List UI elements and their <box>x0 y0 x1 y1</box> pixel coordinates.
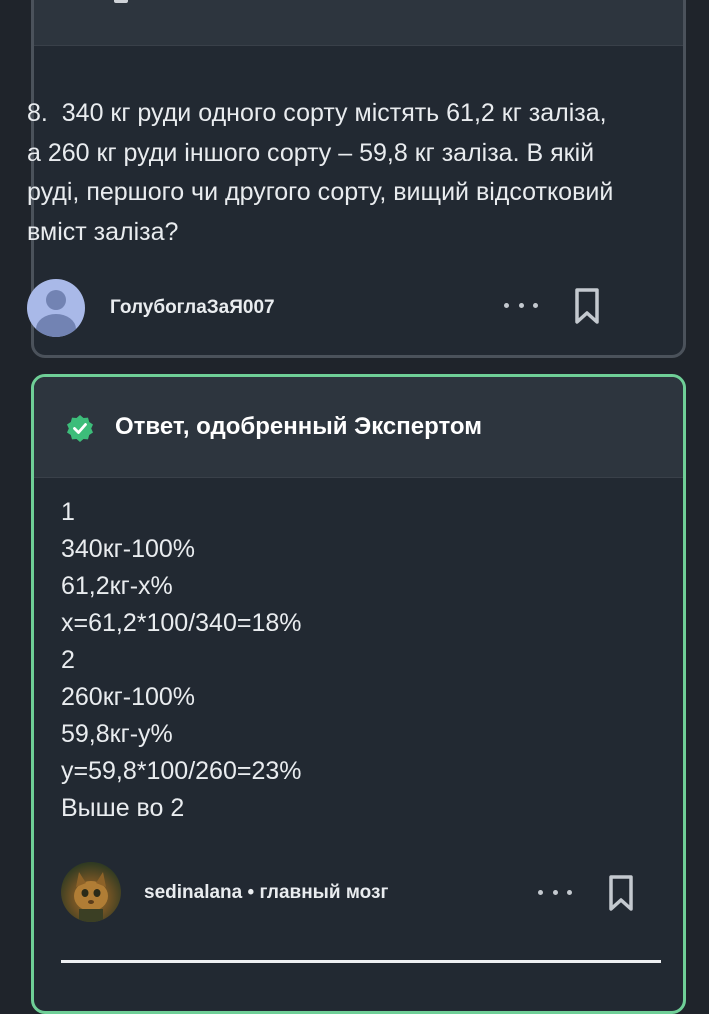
default-avatar-icon[interactable] <box>27 279 85 337</box>
answer-line: 61,2кг-х% <box>61 572 173 600</box>
answer-author-row: sedinalana • главный мозг <box>61 862 661 926</box>
answer-author-rank: главный мозг <box>259 882 389 903</box>
more-dots-icon[interactable] <box>538 880 572 904</box>
cat-avatar-icon <box>74 872 108 922</box>
question-author-row: ГолубоглаЗаЯ007 <box>27 279 627 339</box>
answer-line: 2 <box>61 646 75 674</box>
bookmark-icon[interactable] <box>572 286 602 326</box>
answer-card-header: Ответ, одобренный Экспертом <box>34 377 683 478</box>
answer-card: Ответ, одобренный Экспертом 1 340кг-100%… <box>31 374 686 1014</box>
answer-line: 59,8кг-у% <box>61 720 173 748</box>
verified-check-icon <box>67 415 93 442</box>
answer-line: у=59,8*100/260=23% <box>61 757 302 785</box>
question-author-name[interactable]: ГолубоглаЗаЯ007 <box>110 297 275 319</box>
answer-line: 340кг-100% <box>61 535 196 563</box>
bookmark-icon[interactable] <box>606 873 636 913</box>
header-fragment <box>114 0 128 3</box>
answer-line: 1 <box>61 498 75 526</box>
expert-approved-title: Ответ, одобренный Экспертом <box>115 413 482 440</box>
answer-line: 260кг-100% <box>61 683 196 711</box>
more-dots-icon[interactable] <box>504 293 538 317</box>
question-number: 8. <box>27 99 48 127</box>
question-body: 340 кг руди одного сорту містять 61,2 кг… <box>27 99 621 246</box>
divider <box>61 960 661 963</box>
answer-author-username[interactable]: sedinalana <box>144 882 242 903</box>
user-avatar[interactable] <box>61 862 121 922</box>
question-card-header <box>34 0 683 46</box>
answer-author-name[interactable]: sedinalana • главный мозг <box>144 882 388 904</box>
answer-body: 1 340кг-100% 61,2кг-х% х=61,2*100/340=18… <box>61 494 661 827</box>
question-text: 8. 340 кг руди одного сорту містять 61,2… <box>27 94 627 252</box>
answer-line: х=61,2*100/340=18% <box>61 609 302 637</box>
answer-line: Выше во 2 <box>61 794 185 822</box>
